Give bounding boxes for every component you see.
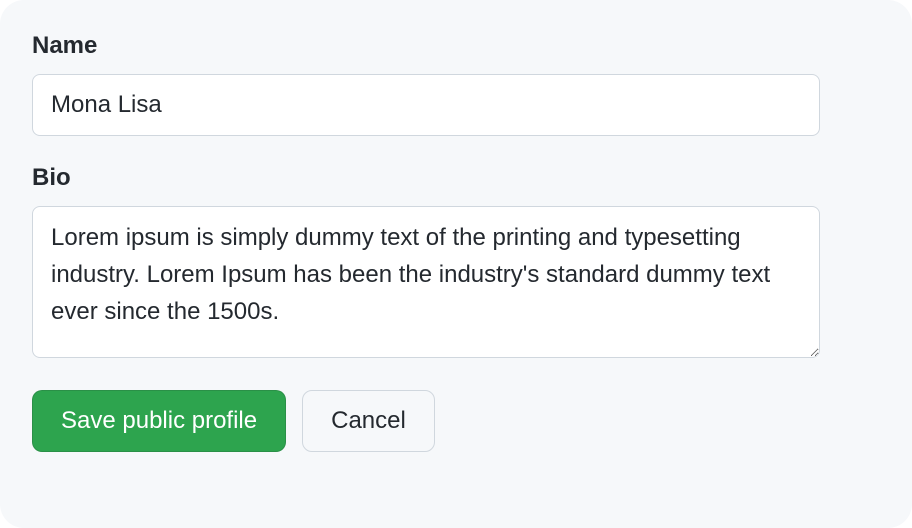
name-label: Name (32, 32, 880, 60)
bio-label: Bio (32, 164, 880, 192)
name-group: Name (32, 32, 880, 136)
button-row: Save public profile Cancel (32, 390, 880, 452)
name-input[interactable] (32, 74, 820, 136)
save-button[interactable]: Save public profile (32, 390, 286, 452)
bio-textarea[interactable] (32, 206, 820, 358)
bio-group: Bio (32, 164, 880, 358)
cancel-button[interactable]: Cancel (302, 390, 435, 452)
profile-form-panel: Name Bio Save public profile Cancel (0, 0, 912, 528)
